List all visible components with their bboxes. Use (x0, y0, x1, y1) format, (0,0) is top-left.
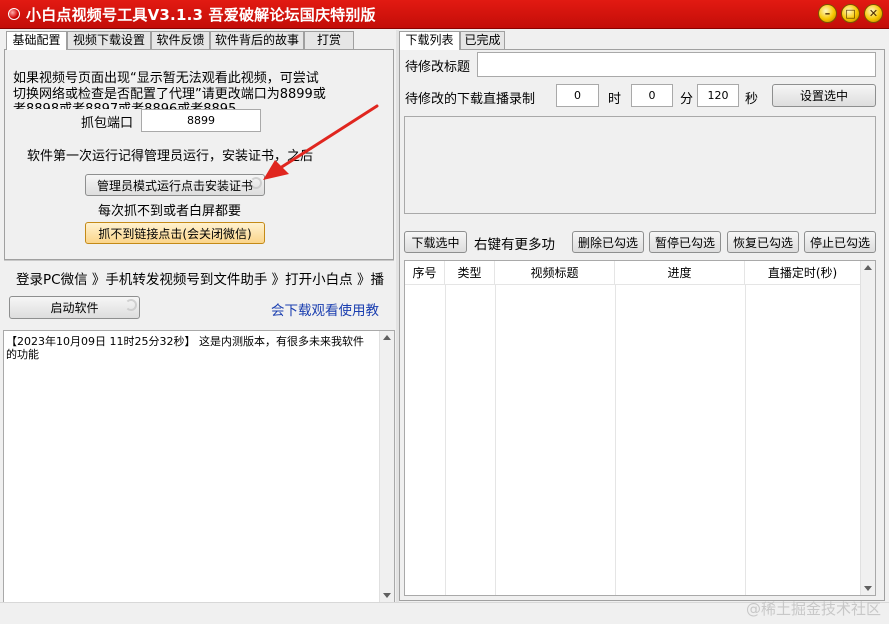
column-header-live-timer[interactable]: 直播定时(秒) (745, 261, 861, 285)
resume-checked-label: 恢复已勾选 (732, 235, 793, 250)
tutorial-link[interactable]: 会下载观看使用教 (271, 299, 379, 319)
close-icon: ✕ (868, 7, 879, 20)
notice-line-3: 者8898或者8897或者8896或者8895 (13, 98, 236, 109)
column-divider (495, 285, 496, 595)
download-table[interactable]: 序号 类型 视频标题 进度 直播定时(秒) (404, 260, 876, 596)
edit-title-input[interactable] (477, 52, 876, 77)
download-selected-button[interactable]: 下载选中 (404, 231, 467, 253)
more-hint-box: 右键有更多功 (474, 230, 572, 254)
preview-area (404, 116, 876, 214)
download-selected-label: 下载选中 (411, 235, 460, 250)
title-bar: 小白点视频号工具V3.1.3 吾爱破解论坛国庆特别版 – □ ✕ (0, 0, 889, 29)
log-scrollbar[interactable] (379, 331, 394, 602)
start-software-button[interactable]: 启动软件 (9, 296, 140, 319)
window-title: 小白点视频号工具V3.1.3 吾爱破解论坛国庆特别版 (26, 6, 376, 24)
column-header-progress[interactable]: 进度 (615, 261, 745, 285)
column-header-type[interactable]: 类型 (445, 261, 495, 285)
set-selected-button[interactable]: 设置选中 (772, 84, 876, 107)
watermark: @稀土掘金技术社区 (745, 600, 881, 618)
capture-fail-button[interactable]: 抓不到链接点击(会关闭微信) (85, 222, 265, 244)
tab-donate[interactable]: 打赏 (304, 31, 354, 49)
minute-unit: 分 (680, 92, 694, 107)
column-divider (745, 285, 746, 595)
minute-input[interactable]: 0 (631, 84, 673, 107)
maximize-icon: □ (845, 7, 856, 20)
capture-hint: 每次抓不到或者白屏都要 (98, 204, 242, 219)
tab-basic-config[interactable]: 基础配置 (6, 31, 67, 50)
column-header-index[interactable]: 序号 (405, 261, 445, 285)
log-line-2: 的功能 (6, 348, 39, 361)
divider (4, 260, 394, 261)
resume-checked-button[interactable]: 恢复已勾选 (727, 231, 799, 253)
pause-checked-label: 暂停已勾选 (654, 235, 715, 250)
live-record-label: 待修改的下载直播录制 (405, 92, 536, 107)
tab-story[interactable]: 软件背后的故事 (210, 31, 304, 49)
port-label: 抓包端口 (81, 116, 134, 131)
column-divider (445, 285, 446, 595)
app-icon (8, 8, 20, 20)
table-header: 序号 类型 视频标题 进度 直播定时(秒) (405, 261, 861, 285)
pause-checked-button[interactable]: 暂停已勾选 (649, 231, 721, 253)
set-selected-label: 设置选中 (799, 89, 848, 103)
tab-completed[interactable]: 已完成 (460, 31, 505, 49)
minimize-icon: – (824, 7, 831, 20)
minimize-button[interactable]: – (818, 4, 837, 23)
tab-feedback[interactable]: 软件反馈 (151, 31, 210, 49)
scroll-down-icon[interactable] (864, 586, 872, 591)
capture-fail-label: 抓不到链接点击(会关闭微信) (98, 226, 252, 241)
log-area[interactable]: 【2023年10月09日 11时25分32秒】 这是内测版本，有很多未来我软件 … (3, 330, 395, 603)
hour-unit: 时 (608, 92, 622, 107)
edit-title-label: 待修改标题 (405, 60, 471, 75)
stop-checked-label: 停止已勾选 (809, 235, 870, 250)
column-header-title[interactable]: 视频标题 (495, 261, 615, 285)
column-divider (615, 285, 616, 595)
delete-checked-label: 删除已勾选 (577, 235, 638, 250)
close-button[interactable]: ✕ (864, 4, 883, 23)
steps-row: 登录PC微信 》手机转发视频号到文件助手 》打开小白点 》播 (4, 263, 394, 289)
basic-config-panel: 如果视频号页面出现“显示暂无法观看此视频，可尝试 切换网络或检查是否配置了代理”… (4, 49, 394, 260)
start-software-label: 启动软件 (50, 301, 99, 315)
swirl-icon (125, 299, 137, 311)
delete-checked-button[interactable]: 删除已勾选 (572, 231, 644, 253)
scroll-up-icon[interactable] (383, 335, 391, 340)
second-input[interactable]: 120 (697, 84, 739, 107)
hour-input[interactable]: 0 (556, 84, 599, 107)
steps-text: 登录PC微信 》手机转发视频号到文件助手 》打开小白点 》播 (16, 272, 384, 288)
annotation-arrow-icon (263, 104, 379, 180)
second-unit: 秒 (745, 92, 759, 107)
maximize-button[interactable]: □ (841, 4, 860, 23)
scroll-down-icon[interactable] (383, 593, 391, 598)
install-cert-button[interactable]: 管理员模式运行点击安装证书 (85, 174, 265, 196)
tab-video-download-settings[interactable]: 视频下载设置 (67, 31, 151, 49)
table-scrollbar[interactable] (860, 261, 875, 595)
port-input[interactable]: 8899 (141, 109, 261, 132)
scroll-up-icon[interactable] (864, 265, 872, 270)
install-cert-label: 管理员模式运行点击安装证书 (96, 178, 253, 193)
stop-checked-button[interactable]: 停止已勾选 (804, 231, 876, 253)
more-hint: 右键有更多功 (474, 237, 555, 253)
log-line-1: 【2023年10月09日 11时25分32秒】 这是内测版本，有很多未来我软件 (6, 335, 364, 348)
tab-download-list[interactable]: 下载列表 (399, 31, 460, 50)
